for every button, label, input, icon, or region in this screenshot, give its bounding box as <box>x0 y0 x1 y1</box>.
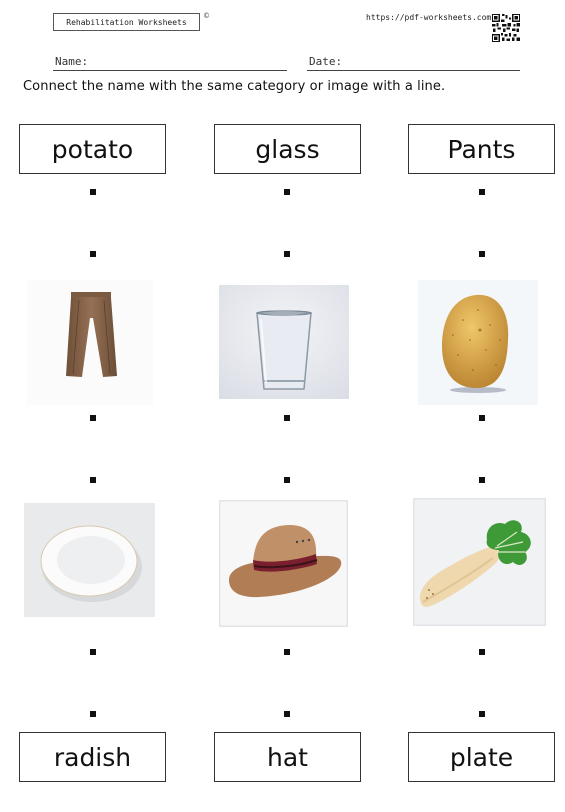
site-url[interactable]: https://pdf-worksheets.com <box>366 13 491 22</box>
instructions: Connect the name with the same category … <box>23 79 446 94</box>
pants-image <box>27 280 153 405</box>
connect-dot[interactable] <box>284 251 290 257</box>
connect-dot[interactable] <box>284 189 290 195</box>
connect-dot[interactable] <box>90 649 96 655</box>
word-box-glass: glass <box>214 124 361 174</box>
connect-dot[interactable] <box>479 251 485 257</box>
connect-dot[interactable] <box>284 649 290 655</box>
copyright-icon: © <box>203 12 210 20</box>
glass-image <box>219 285 349 399</box>
connect-dot[interactable] <box>284 415 290 421</box>
connect-dot[interactable] <box>284 711 290 717</box>
connect-dot[interactable] <box>479 477 485 483</box>
qr-code-icon <box>492 14 520 42</box>
connect-dot[interactable] <box>90 477 96 483</box>
word-box-plate: plate <box>408 732 555 782</box>
date-label: Date: <box>309 55 343 68</box>
word-box-radish: radish <box>19 732 166 782</box>
word-box-hat: hat <box>214 732 361 782</box>
potato-image <box>418 280 538 405</box>
name-field[interactable]: Name: <box>53 55 287 71</box>
word-box-pants: Pants <box>408 124 555 174</box>
connect-dot[interactable] <box>284 477 290 483</box>
connect-dot[interactable] <box>90 189 96 195</box>
hat-image <box>219 500 348 627</box>
plate-image <box>24 503 155 617</box>
radish-image <box>413 498 546 626</box>
connect-dot[interactable] <box>479 649 485 655</box>
connect-dot[interactable] <box>479 415 485 421</box>
connect-dot[interactable] <box>479 711 485 717</box>
connect-dot[interactable] <box>479 189 485 195</box>
connect-dot[interactable] <box>90 251 96 257</box>
worksheet-title: Rehabilitation Worksheets <box>53 13 200 31</box>
connect-dot[interactable] <box>90 415 96 421</box>
connect-dot[interactable] <box>90 711 96 717</box>
date-field[interactable]: Date: <box>307 55 520 71</box>
name-label: Name: <box>55 55 89 68</box>
word-box-potato: potato <box>19 124 166 174</box>
